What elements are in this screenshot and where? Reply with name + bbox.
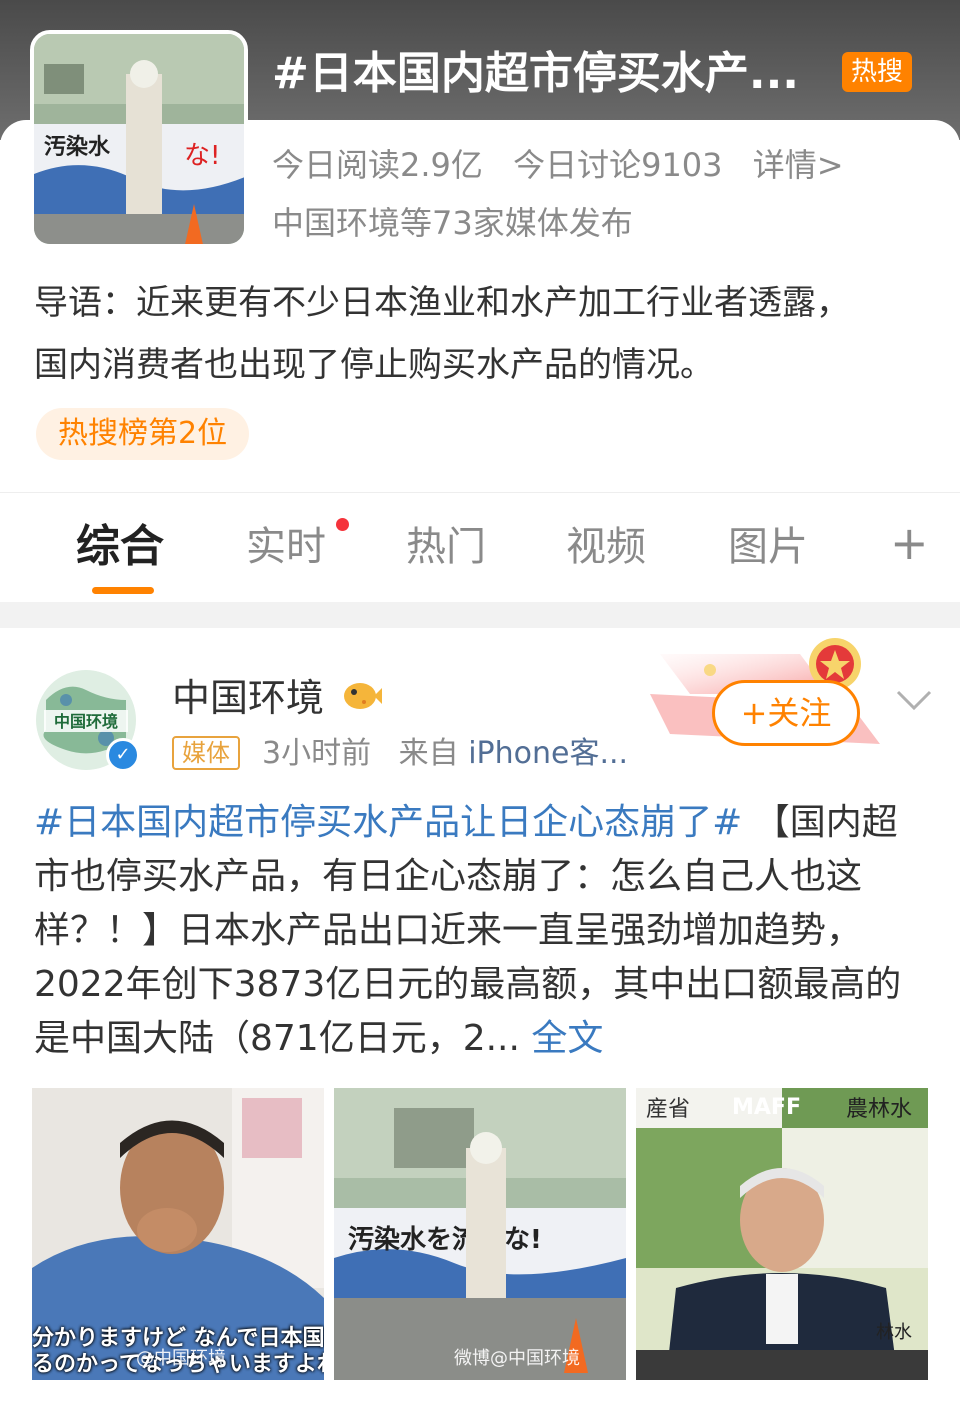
tab-comprehensive[interactable]: 综合 (76, 519, 164, 575)
svg-text:な!: な! (184, 141, 220, 171)
topic-intro: 导语：近来更有不少日本渔业和水产加工行业者透露， 国内消费者也出现了停止购买水产… (34, 272, 934, 396)
svg-text:林水: 林水 (876, 1322, 912, 1343)
pufferfish-emoji-icon (344, 683, 382, 709)
read-count: 今日阅读2.9亿 (272, 146, 483, 184)
topic-media-count: 中国环境等73家媒体发布 (272, 204, 633, 242)
post-image-2[interactable]: 汚染水を流すな! 微博@中国环境 (334, 1088, 626, 1380)
press-conference-photo: 産省 MAFF 農林水 林水 (636, 1088, 928, 1380)
add-tab-button[interactable]: + (890, 515, 929, 571)
tab-images[interactable]: 图片 (728, 519, 808, 575)
image-watermark: 微博@中国环境 (454, 1348, 580, 1369)
post-image-3[interactable]: 産省 MAFF 農林水 林水 (636, 1088, 928, 1380)
topic-title[interactable]: #日本国内超市停买水产... (272, 44, 832, 104)
svg-text:MAFF: MAFF (732, 1095, 801, 1120)
post-body: #日本国内超市停买水产品让日企心态崩了# 【国内超市也停买水产品，有日企心态崩了… (34, 796, 924, 1066)
follow-button[interactable]: +关注 (712, 680, 860, 746)
svg-text:農林水: 農林水 (846, 1097, 912, 1122)
svg-text:汚染水を流すな!: 汚染水を流すな! (348, 1225, 542, 1255)
author-name[interactable]: 中国环境 (172, 670, 324, 726)
weibo-post: 中国环境 ✓ 中国环境 媒体 3小时前 来自 iPhone客... +关注 #日… (0, 628, 960, 1420)
post-meta: 3小时前 来自 iPhone客... (262, 732, 628, 776)
topic-thumbnail[interactable]: 汚染水 な! (30, 30, 248, 248)
image-grid: 分かりますけど なんで日本国民が るのかってなっちゃいますよね @中国环境 汚染… (32, 1088, 928, 1382)
verified-badge-icon: ✓ (106, 738, 140, 772)
tab-realtime[interactable]: 实时 (246, 519, 326, 575)
full-text-link[interactable]: 全文 (520, 1018, 603, 1059)
media-tag: 媒体 (172, 736, 240, 770)
section-divider (0, 602, 960, 628)
post-hashtag[interactable]: #日本国内超市停买水产品让日企心态崩了# (34, 802, 742, 843)
feed-tabs: 综合 实时 热门 视频 图片 + (0, 492, 960, 602)
post-source[interactable]: iPhone客... (468, 736, 628, 771)
protest-photo: 汚染水を流すな! (334, 1088, 626, 1380)
chevron-down-icon[interactable] (892, 678, 936, 722)
tab-video[interactable]: 视频 (566, 519, 646, 575)
hot-rank-pill[interactable]: 热搜榜第2位 (36, 408, 250, 460)
hot-search-badge: 热搜 (842, 52, 912, 92)
topic-stats: 今日阅读2.9亿 今日讨论9103 详情> (272, 140, 844, 190)
image-watermark: @中国环境 (136, 1348, 226, 1369)
active-tab-indicator (92, 587, 154, 594)
source-prefix: 来自 (398, 736, 459, 771)
details-link[interactable]: 详情> (753, 146, 844, 184)
intro-line: 国内消费者也出现了停止购买水产品的情况。 (34, 345, 714, 385)
post-time: 3小时前 (262, 736, 372, 771)
svg-text:汚染水: 汚染水 (44, 134, 111, 160)
new-content-dot (336, 518, 349, 531)
post-image-1[interactable]: 分かりますけど なんで日本国民が るのかってなっちゃいますよね @中国环境 (32, 1088, 324, 1380)
intro-line: 导语：近来更有不少日本渔业和水产加工行业者透露， (34, 283, 850, 323)
svg-text:中国环境: 中国环境 (54, 712, 118, 731)
tab-hot[interactable]: 热门 (406, 519, 486, 575)
discuss-count: 今日讨论9103 (513, 146, 723, 184)
protest-photo: 汚染水 な! (34, 34, 244, 244)
svg-text:産省: 産省 (646, 1097, 690, 1122)
